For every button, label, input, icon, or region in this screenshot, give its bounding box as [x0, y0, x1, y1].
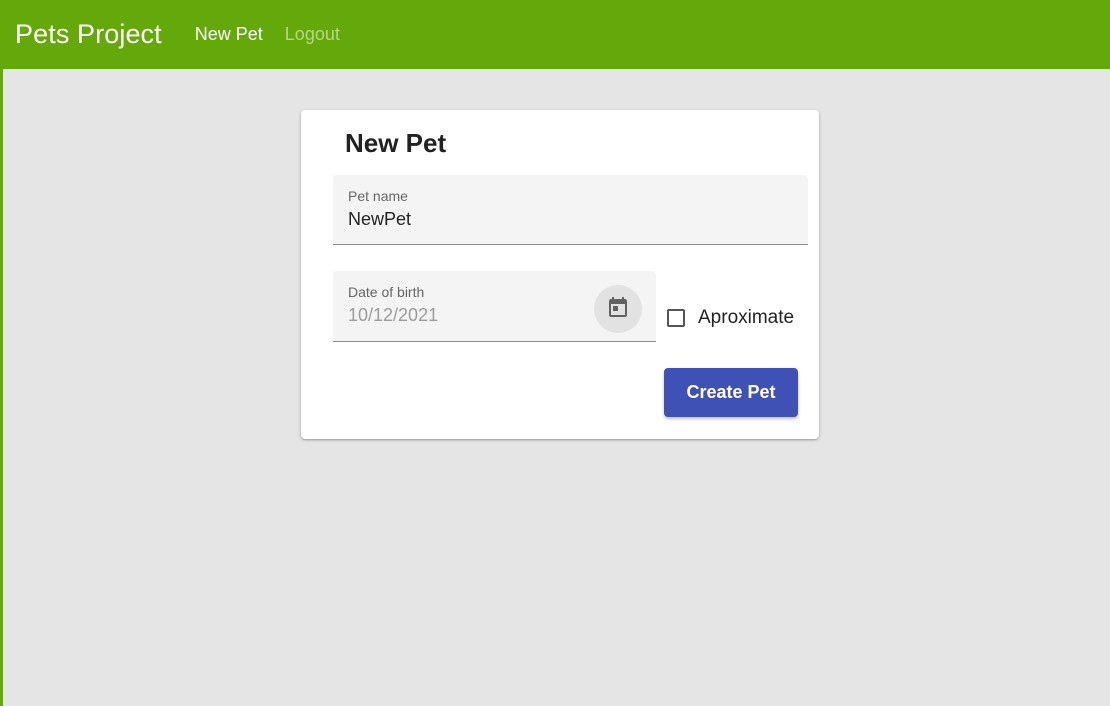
form-title: New Pet — [345, 128, 447, 158]
pet-name-field[interactable]: Pet name — [333, 175, 808, 245]
create-pet-button[interactable]: Create Pet — [664, 368, 798, 417]
app-title: Pets Project — [15, 19, 162, 49]
calendar-icon — [606, 295, 630, 324]
nav-new-pet-link[interactable]: New Pet — [195, 24, 263, 45]
date-of-birth-label: Date of birth — [348, 284, 425, 300]
pet-name-input[interactable] — [348, 209, 768, 230]
nav-logout-link[interactable]: Logout — [285, 24, 340, 45]
pet-name-label: Pet name — [348, 188, 408, 204]
app-toolbar: Pets Project New Pet Logout — [0, 0, 1110, 69]
date-of-birth-input[interactable] — [348, 305, 578, 326]
date-of-birth-field[interactable]: Date of birth — [333, 271, 656, 342]
left-edge-accent — [0, 0, 3, 706]
checkbox-box[interactable] — [667, 309, 685, 327]
new-pet-card: New Pet Pet name Date of birth Aproximat… — [301, 110, 819, 439]
calendar-toggle-button[interactable] — [594, 285, 642, 333]
approximate-checkbox[interactable]: Aproximate — [667, 307, 794, 329]
approximate-label: Aproximate — [698, 307, 795, 328]
